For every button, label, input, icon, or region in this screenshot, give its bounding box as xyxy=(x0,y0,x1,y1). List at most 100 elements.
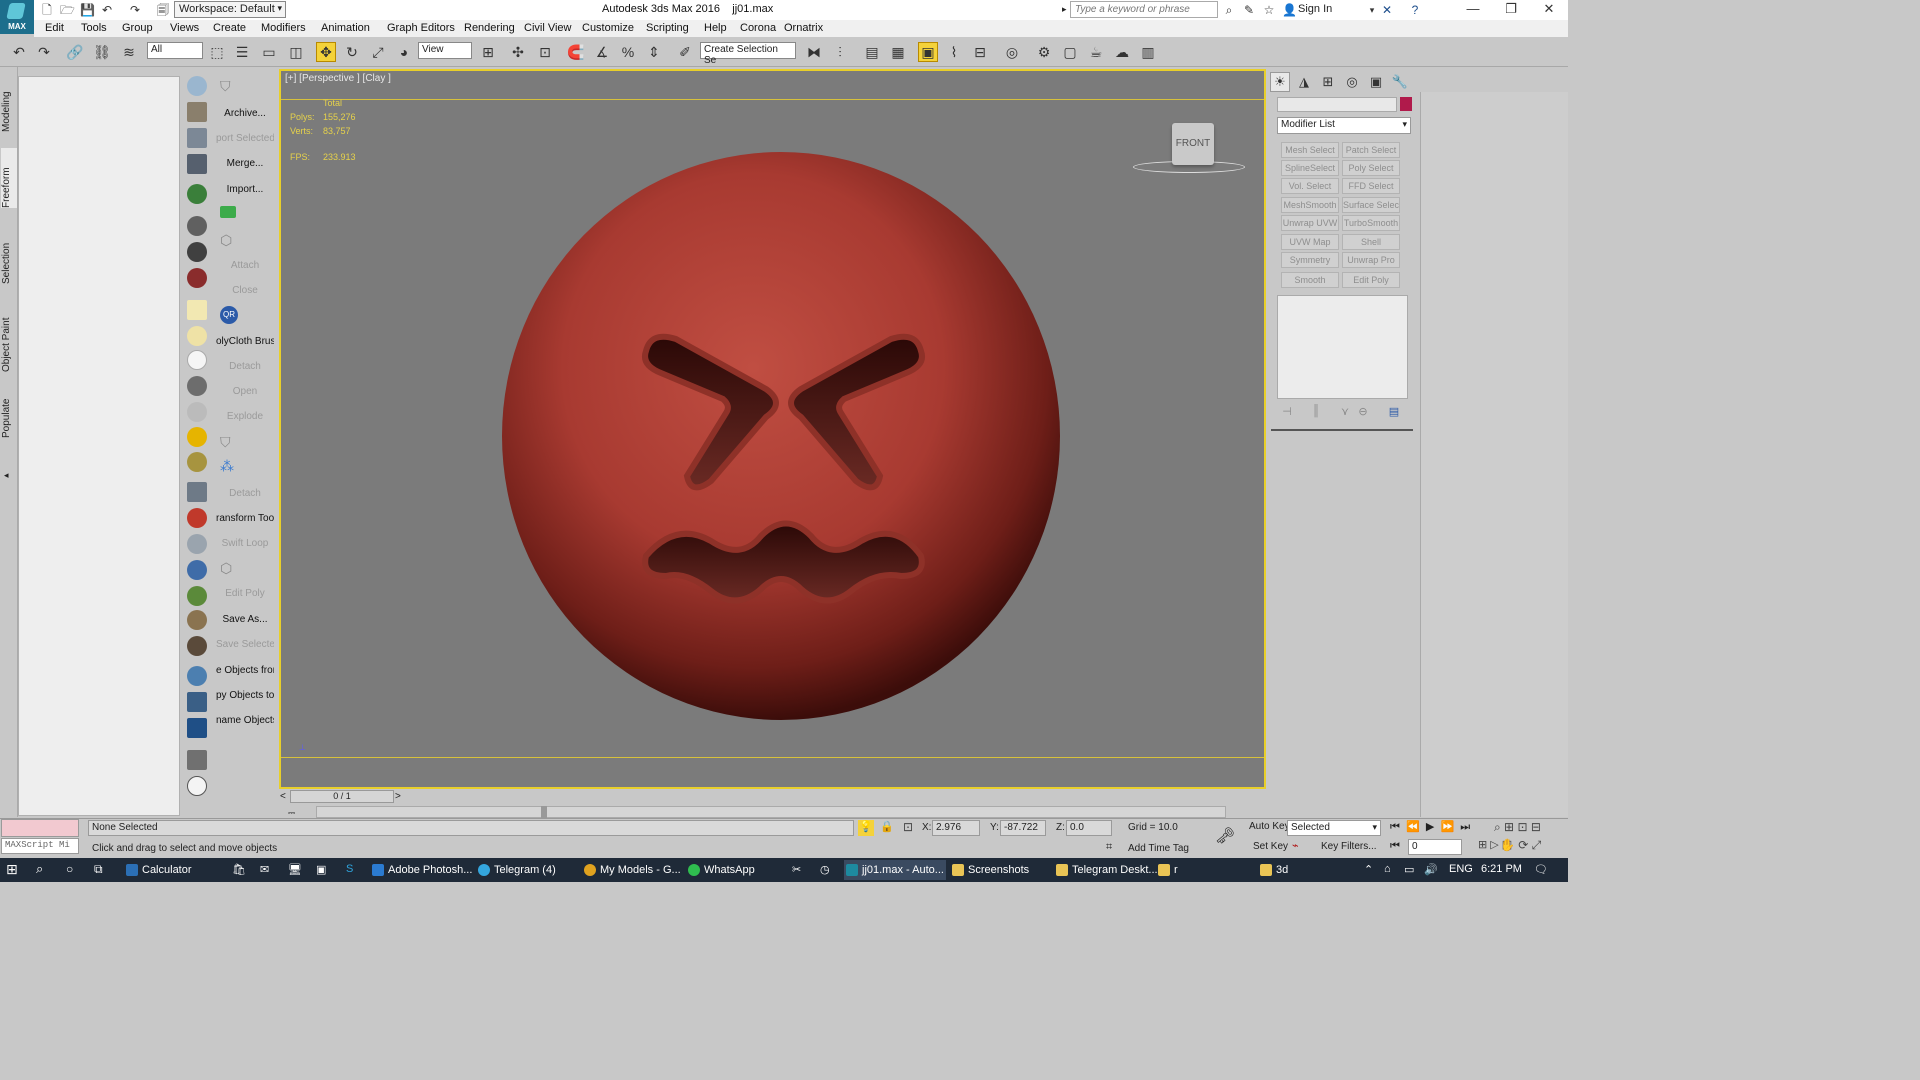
rope-icon[interactable] xyxy=(187,610,207,630)
table-icon[interactable] xyxy=(187,154,207,174)
ellipse-icon[interactable] xyxy=(187,326,207,346)
modifier-unwrap-pro[interactable]: Unwrap Pro xyxy=(1342,252,1400,268)
angry-emoji-model[interactable] xyxy=(501,151,1061,721)
go-to-start-icon[interactable]: ⏮ xyxy=(1390,821,1400,833)
tool-detach-2[interactable]: Detach xyxy=(216,488,274,499)
restore-button[interactable]: ❐ xyxy=(1492,0,1530,20)
search-input[interactable]: Type a keyword or phrase xyxy=(1070,1,1218,18)
globe-icon[interactable] xyxy=(187,560,207,580)
volume-icon[interactable]: 🔊 xyxy=(1424,863,1438,876)
modifier-vol-select[interactable]: Vol. Select xyxy=(1281,178,1339,194)
clock-app-icon[interactable]: ◷ xyxy=(820,863,830,876)
script-icon[interactable] xyxy=(187,692,207,712)
make-unique-icon[interactable]: ⋎ xyxy=(1338,405,1352,419)
sphere-icon[interactable] xyxy=(187,350,207,370)
x-coordinate-field[interactable]: 2.976 xyxy=(932,820,980,836)
menu-edit[interactable]: Edit xyxy=(45,22,64,34)
modifier-turbosmooth[interactable]: TurboSmooth xyxy=(1342,215,1400,231)
manipulate-icon[interactable]: ✣ xyxy=(508,42,528,62)
track-bar[interactable] xyxy=(316,806,1226,818)
curve-editor-icon[interactable]: ⌇ xyxy=(944,42,964,62)
a360-gallery-icon[interactable]: ▥ xyxy=(1138,42,1158,62)
select-and-scale-icon[interactable]: ⤢ xyxy=(368,42,388,62)
previous-frame-icon[interactable]: ⏪ xyxy=(1406,821,1420,833)
tool-attach[interactable]: Attach xyxy=(216,260,274,271)
select-by-name-icon[interactable]: ☰ xyxy=(232,42,252,62)
app-menu-button[interactable]: MAX xyxy=(0,0,34,34)
tool-save-as[interactable]: Save As... xyxy=(216,614,274,625)
tool-import[interactable]: Import... xyxy=(216,184,274,195)
modifier-meshsmooth[interactable]: MeshSmooth xyxy=(1281,197,1339,213)
menu-create[interactable]: Create xyxy=(213,22,246,34)
taskbar-app-chrome[interactable]: My Models - G... xyxy=(582,860,682,880)
bind-space-warp-icon[interactable]: ≋ xyxy=(119,42,139,62)
ribbon-expand-icon[interactable]: ◂ xyxy=(4,470,9,481)
tool-polycloth-brush[interactable]: olyCloth Brush xyxy=(216,336,274,347)
add-time-tag[interactable]: Add Time Tag xyxy=(1128,843,1189,854)
window-crossing-icon[interactable]: ◫ xyxy=(286,42,306,62)
menu-modifiers[interactable]: Modifiers xyxy=(261,22,306,34)
open-file-icon[interactable]: 🗁 xyxy=(60,3,75,17)
select-and-rotate-icon[interactable]: ↻ xyxy=(342,42,362,62)
tool-export-selected[interactable]: port Selected xyxy=(216,133,274,144)
skype-icon[interactable]: S xyxy=(346,863,353,875)
tool-archive[interactable]: Archive... xyxy=(216,108,274,119)
isolate-selection-icon[interactable]: 💡 xyxy=(858,820,874,836)
ribbon-tab-selection[interactable]: Selection xyxy=(1,234,17,284)
workspace-dropdown[interactable]: Workspace: Default ▾ xyxy=(174,1,286,18)
modifier-ffd-select[interactable]: FFD Select xyxy=(1342,178,1400,194)
absolute-mode-icon[interactable]: ⊡ xyxy=(903,820,913,834)
time-prev-button[interactable]: < xyxy=(280,791,286,802)
windows-start-icon[interactable]: ⊞ xyxy=(6,861,18,878)
camera-icon[interactable] xyxy=(187,216,207,236)
playback-controls[interactable]: ⏮ ⏪ ▶ ⏩ ⏭ xyxy=(1390,820,1470,834)
tool-open[interactable]: Open xyxy=(216,386,274,397)
create-tab-icon[interactable]: ☀ xyxy=(1270,72,1290,92)
select-object-icon[interactable]: ⬚ xyxy=(207,42,227,62)
menu-customize[interactable]: Customize xyxy=(582,22,634,34)
named-selection-dropdown[interactable]: Create Selection Se xyxy=(700,42,796,66)
search-icon[interactable]: ⌕ xyxy=(36,861,43,877)
scene-explorer-icon[interactable]: ▦ xyxy=(888,42,908,62)
render-icon[interactable] xyxy=(187,102,207,122)
clock[interactable]: 6:21 PM xyxy=(1481,863,1522,875)
go-to-end-icon[interactable]: ⏭ xyxy=(1460,821,1470,833)
menu-animation[interactable]: Animation xyxy=(321,22,370,34)
align-icon[interactable]: ⫶ xyxy=(830,42,850,62)
settings-icon[interactable] xyxy=(187,750,207,770)
object-name-field[interactable] xyxy=(1277,97,1397,112)
navigation-icons[interactable]: ✋ ⟳ ⤢ xyxy=(1500,838,1541,853)
menu-help[interactable]: Help xyxy=(704,22,727,34)
new-file-icon[interactable]: 🗋 xyxy=(40,3,54,17)
lock-selection-icon[interactable]: 🔒 xyxy=(880,820,894,833)
next-frame-icon[interactable]: ⏩ xyxy=(1440,821,1454,833)
help-icon[interactable] xyxy=(187,776,207,796)
tool-detach[interactable]: Detach xyxy=(216,361,274,372)
tray-chevron-icon[interactable]: ⌃ xyxy=(1364,863,1373,876)
sun-icon[interactable] xyxy=(187,427,207,447)
task-view-icon[interactable]: ⧉ xyxy=(94,862,103,877)
utilities-tab-icon[interactable]: 🔧 xyxy=(1390,72,1410,92)
taskbar-folder-3d[interactable]: 3d xyxy=(1258,860,1354,880)
mesh-icon[interactable] xyxy=(187,376,207,396)
mirror-icon[interactable]: ⧓ xyxy=(804,42,824,62)
ribbon-tab-object-paint[interactable]: Object Paint xyxy=(1,310,17,372)
current-frame-field[interactable]: 0 xyxy=(1408,839,1462,855)
grass-icon[interactable] xyxy=(187,586,207,606)
minimize-button[interactable]: — xyxy=(1454,0,1492,20)
spinner-snap-icon[interactable]: ⇕ xyxy=(644,42,664,62)
save-icon[interactable]: 💾 xyxy=(80,3,95,17)
tool-close[interactable]: Close xyxy=(216,285,274,296)
menu-ornatrix[interactable]: Ornatrix xyxy=(784,22,823,34)
key-mode-toggle-icon[interactable]: ⏮ xyxy=(1390,840,1400,853)
ribbon-tab-populate[interactable]: Populate xyxy=(1,390,17,438)
selection-filter-dropdown[interactable]: All xyxy=(147,42,203,59)
play-icon[interactable]: ▶ xyxy=(1426,821,1434,833)
modifier-surface-select[interactable]: Surface Select xyxy=(1342,197,1400,213)
close-button[interactable]: ✕ xyxy=(1530,0,1568,20)
select-and-move-icon[interactable]: ✥ xyxy=(316,42,336,62)
key-filters-button[interactable]: Key Filters... xyxy=(1318,840,1380,856)
modifier-patch-select[interactable]: Patch Select xyxy=(1342,142,1400,158)
taskbar-app-telegram[interactable]: Telegram (4) xyxy=(476,860,578,880)
tool-transform-tool[interactable]: ransform Tool xyxy=(216,513,274,524)
